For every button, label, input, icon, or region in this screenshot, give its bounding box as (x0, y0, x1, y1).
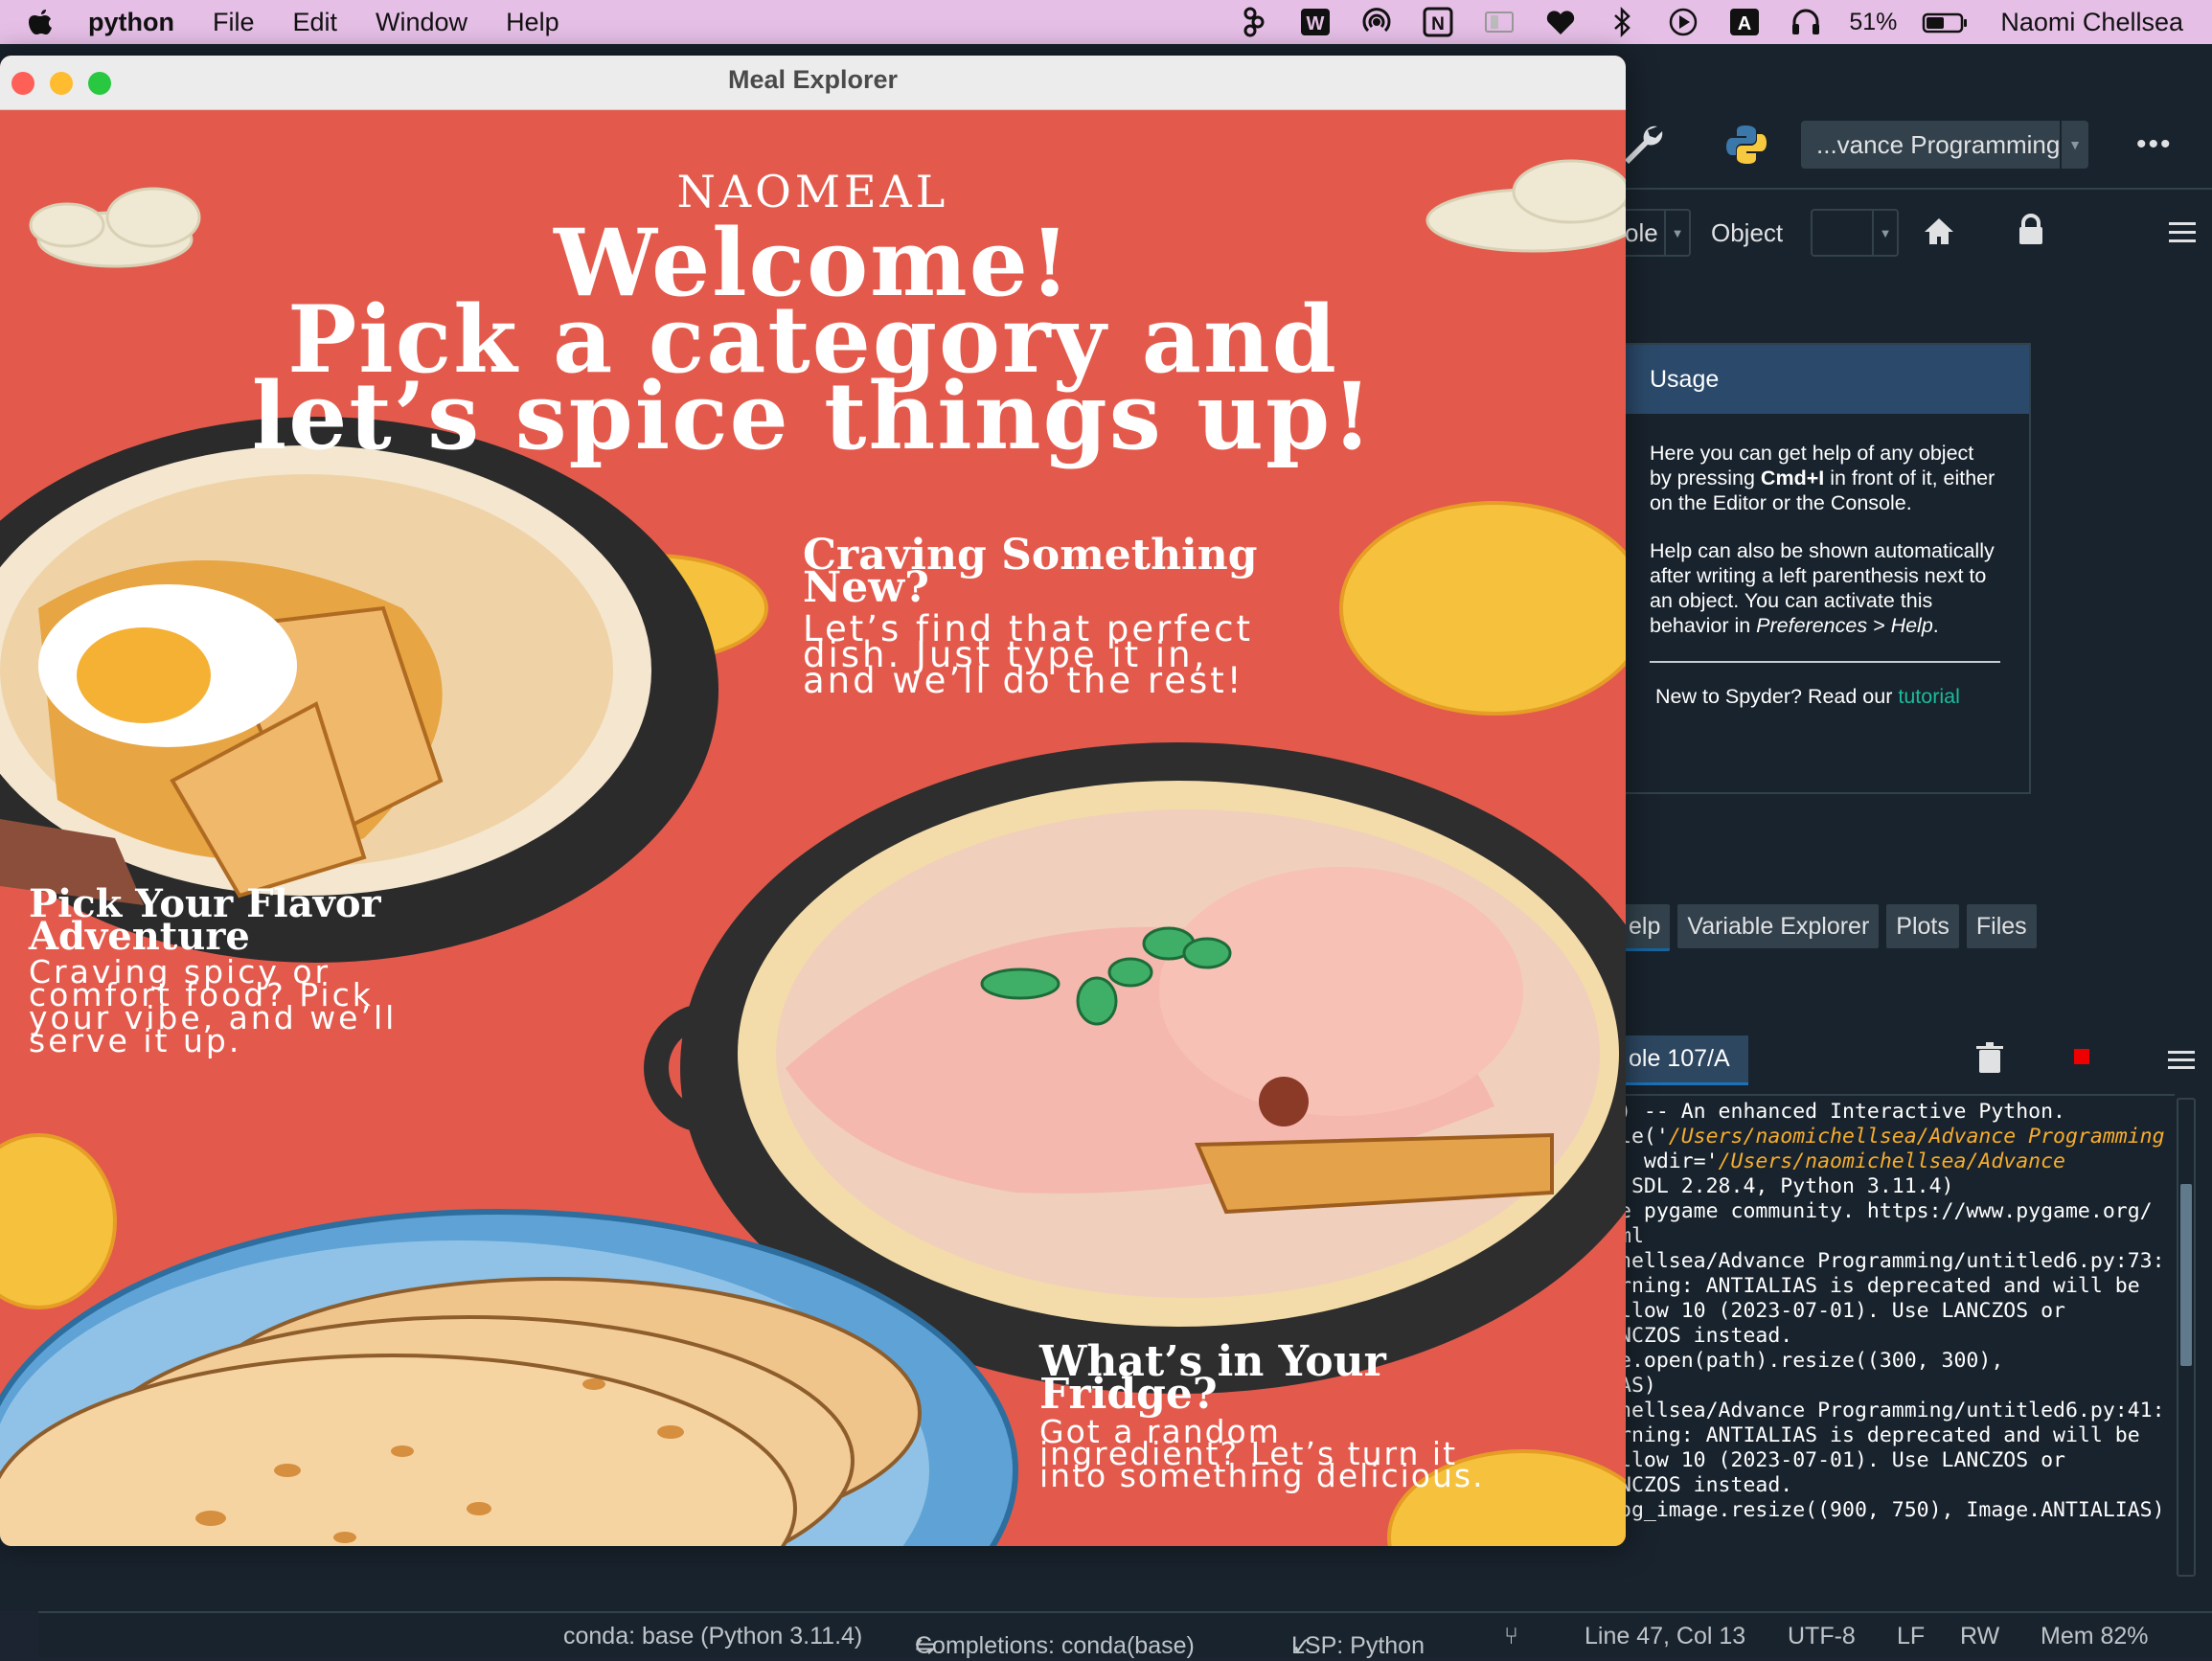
chevron-down-icon[interactable]: ▼ (1872, 211, 1897, 255)
svg-text:A: A (1738, 13, 1751, 34)
headline-line-3: let’s spice things up! (251, 362, 1375, 470)
console-line: NCZOS instead. (1619, 1473, 1793, 1497)
window-titlebar: Meal Explorer (0, 56, 1626, 110)
console-line: ) -- An enhanced Interactive Python. (1619, 1100, 2065, 1124)
flavor-description: Craving spicy or comfort food? Pick your v… (29, 953, 398, 1059)
source-selector[interactable]: ole ▼ (1619, 209, 1691, 257)
heart-icon[interactable] (1542, 4, 1579, 40)
object-label: Object (1711, 218, 1784, 247)
headphones-icon[interactable] (1788, 4, 1824, 40)
battery-icon[interactable] (1922, 4, 1970, 40)
bluetooth-icon[interactable] (1604, 4, 1640, 40)
status-position: Line 47, Col 13 (1585, 1623, 1746, 1650)
console-line: le('/Users/naomichellsea/Advance Program… (1619, 1125, 2165, 1149)
chevron-down-icon[interactable]: ▼ (1664, 211, 1689, 255)
console-line: e pygame community. https://www.pygame.o… (1619, 1199, 2153, 1223)
menu-help[interactable]: Help (506, 8, 559, 37)
console-line: llow 10 (2023-07-01). Use LANCZOS or (1619, 1299, 2065, 1323)
console-line: hellsea/Advance Programming/untitled6.py… (1619, 1399, 2165, 1422)
fridge-description: Got a random ingredient? Let’s turn it int… (1039, 1413, 1485, 1494)
status-encoding: UTF-8 (1788, 1623, 1856, 1650)
console-line: AS) (1619, 1374, 1656, 1398)
menu-edit[interactable]: Edit (293, 8, 338, 37)
user-name[interactable]: Naomi Chellsea (2000, 8, 2183, 37)
console-line: hellsea/Advance Programming/untitled6.py… (1619, 1249, 2165, 1273)
usage-body: Here you can get help of any object by p… (1619, 414, 2029, 709)
usage-title: Usage (1619, 345, 2029, 414)
pane-menu-icon[interactable] (2167, 218, 2198, 247)
more-options-icon[interactable]: ••• (2136, 128, 2173, 161)
project-selector[interactable]: ...vance Programming ▼ (1801, 121, 2088, 169)
status-eol: LF (1897, 1623, 1926, 1650)
tab-files[interactable]: Files (1966, 904, 2037, 948)
usage-paragraph-2: Help can also be shown automatically aft… (1650, 539, 1995, 637)
menu-bar: python File Edit Window Help W N A 51% N… (0, 0, 2212, 44)
lock-icon[interactable] (2014, 213, 2048, 247)
play-icon[interactable] (1665, 4, 1701, 40)
console-line: SDL 2.28.4, Python 3.11.4) (1619, 1174, 1954, 1198)
spyder-toolbar: ...vance Programming ▼ ••• (1619, 102, 2212, 190)
project-name: ...vance Programming (1816, 129, 2061, 159)
tab-help[interactable]: elp (1619, 904, 1671, 951)
welcome-poster: NAOMEAL Welcome! Pick a category and let… (0, 110, 1626, 1546)
status-mem: Mem 82% (2041, 1623, 2149, 1650)
flavor-title: Pick Your Flavor Adventure (29, 881, 381, 959)
console-menu-icon[interactable] (2167, 1048, 2196, 1073)
pane-tabs: elp Variable Explorer Plots Files (1619, 904, 2212, 951)
console-output[interactable]: ) -- An enhanced Interactive Python. le('… (1619, 1094, 2175, 1579)
airdrop-icon[interactable] (1358, 4, 1395, 40)
git-branch-icon: ⑂ (1504, 1623, 1519, 1650)
python-path-icon[interactable] (1724, 123, 1768, 167)
tab-plots[interactable]: Plots (1886, 904, 1959, 948)
fridge-title: What’s in Your Fridge? (1039, 1337, 1386, 1419)
chevron-down-icon[interactable]: ▼ (2060, 121, 2088, 169)
meal-explorer-window: Meal Explorer NAOMEAL Welcome! Pick a ca… (0, 56, 1626, 1546)
console-line: e.open(path).resize((300, 300), (1619, 1349, 2004, 1373)
stop-icon[interactable] (2074, 1049, 2089, 1064)
wrench-icon[interactable] (1619, 121, 1667, 169)
console-line: og_image.resize((900, 750), Image.ANTIAL… (1619, 1498, 2165, 1522)
console-scrollbar[interactable] (2177, 1098, 2196, 1577)
source-value: ole (1625, 217, 1658, 247)
ipython-console: ole 107/A ) -- An enhanced Interactive P… (1619, 1002, 2212, 1596)
status-mode: RW (1960, 1623, 2000, 1650)
svg-text:N: N (1431, 14, 1445, 34)
svg-text:W: W (1307, 13, 1325, 34)
menu-app-name[interactable]: python (88, 8, 174, 37)
wps-icon[interactable]: W (1297, 4, 1334, 40)
tutorial-line: New to Spyder? Read our tutorial (1655, 685, 1960, 708)
scrollbar-thumb[interactable] (2180, 1184, 2192, 1366)
menu-file[interactable]: File (213, 8, 255, 37)
input-source-icon[interactable]: A (1726, 4, 1763, 40)
console-line: ml (1619, 1224, 1644, 1248)
status-env[interactable]: conda: base (Python 3.11.4) (563, 1623, 862, 1650)
craving-description: Let’s find that perfect dish. Just type i… (803, 608, 1254, 701)
home-icon[interactable] (1922, 215, 1956, 249)
notion-icon[interactable]: N (1420, 4, 1456, 40)
object-input[interactable]: ▼ (1811, 209, 1899, 257)
figma-icon[interactable] (1236, 4, 1272, 40)
display-icon[interactable] (1481, 4, 1517, 40)
console-line: llow 10 (2023-07-01). Use LANCZOS or (1619, 1448, 2065, 1472)
craving-title: Craving Something New? (803, 531, 1258, 612)
help-pane: ole ▼ Object ▼ Usage Here you can get he… (1619, 188, 2212, 908)
menu-window[interactable]: Window (376, 8, 467, 37)
apple-icon[interactable] (25, 7, 56, 37)
tutorial-link[interactable]: tutorial (1898, 685, 1960, 708)
window-title: Meal Explorer (727, 65, 899, 94)
help-toolbar: ole ▼ Object ▼ (1619, 190, 2212, 266)
welcome-headline: Welcome! Pick a category and let’s spice… (29, 217, 1597, 470)
console-line: NCZOS instead. (1619, 1324, 1793, 1348)
usage-divider (1650, 661, 2000, 663)
usage-paragraph-1: Here you can get help of any object by p… (1650, 442, 1995, 514)
usage-panel: Usage Here you can get help of any objec… (1619, 343, 2031, 794)
battery-percent: 51% (1849, 8, 1898, 35)
tab-variable-explorer[interactable]: Variable Explorer (1677, 904, 1880, 948)
trash-icon[interactable] (1975, 1042, 2004, 1075)
console-line: rning: ANTIALIAS is deprecated and will … (1619, 1423, 2140, 1447)
console-line: wdir='/Users/naomichellsea/Advance (1619, 1149, 2065, 1173)
console-line: rning: ANTIALIAS is deprecated and will … (1619, 1274, 2140, 1298)
status-bar: conda: base (Python 3.11.4) ⇋ Completion… (38, 1611, 2212, 1660)
console-tab[interactable]: ole 107/A (1619, 1035, 1748, 1085)
